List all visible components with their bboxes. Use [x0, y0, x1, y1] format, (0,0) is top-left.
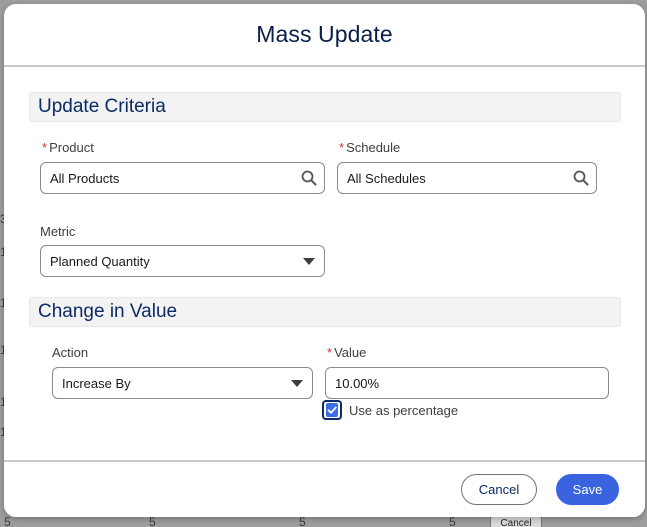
product-label: * Product	[42, 140, 94, 155]
use-percentage-label: Use as percentage	[349, 402, 459, 418]
section-title: Update Criteria	[38, 96, 166, 117]
search-icon[interactable]	[566, 163, 596, 193]
required-marker: *	[339, 140, 345, 155]
save-button[interactable]: Save	[556, 474, 619, 505]
product-label-text: Product	[49, 140, 94, 155]
chevron-down-icon	[282, 368, 312, 398]
schedule-value: All Schedules	[347, 170, 426, 186]
check-icon	[326, 403, 338, 417]
use-percentage-row: Use as percentage	[322, 400, 458, 420]
section-header-update-criteria: Update Criteria	[29, 92, 621, 122]
value-label-text: Value	[334, 345, 367, 360]
action-select[interactable]: Increase By	[52, 367, 313, 399]
value-label: * Value	[327, 345, 366, 360]
modal-title: Mass Update	[256, 21, 393, 47]
use-percentage-checkbox[interactable]	[322, 400, 342, 420]
cancel-button[interactable]: Cancel	[461, 474, 537, 505]
section-header-change-in-value: Change in Value	[29, 297, 621, 327]
metric-select[interactable]: Planned Quantity	[40, 245, 325, 277]
action-label: Action	[52, 345, 89, 360]
action-value: Increase By	[62, 375, 131, 391]
search-icon[interactable]	[294, 163, 324, 193]
product-lookup-input[interactable]: All Products	[40, 162, 325, 194]
metric-value: Planned Quantity	[50, 253, 150, 269]
metric-label: Metric	[40, 224, 76, 239]
schedule-lookup-input[interactable]: All Schedules	[337, 162, 597, 194]
schedule-label: * Schedule	[339, 140, 400, 155]
modal-footer: Cancel Save	[4, 460, 645, 517]
value-input[interactable]: 10.00%	[325, 367, 609, 399]
backdrop-cancel-button: Cancel	[490, 516, 542, 527]
required-marker: *	[42, 140, 48, 155]
required-marker: *	[327, 345, 333, 360]
chevron-down-icon	[294, 246, 324, 276]
mass-update-modal: Mass Update Update Criteria * Product All…	[4, 4, 645, 517]
section-title: Change in Value	[38, 301, 178, 322]
modal-header: Mass Update	[4, 4, 645, 67]
modal-body: Update Criteria * Product All Products * S…	[4, 67, 645, 460]
schedule-label-text: Schedule	[346, 140, 401, 155]
product-value: All Products	[50, 170, 120, 186]
value-text: 10.00%	[335, 375, 380, 391]
